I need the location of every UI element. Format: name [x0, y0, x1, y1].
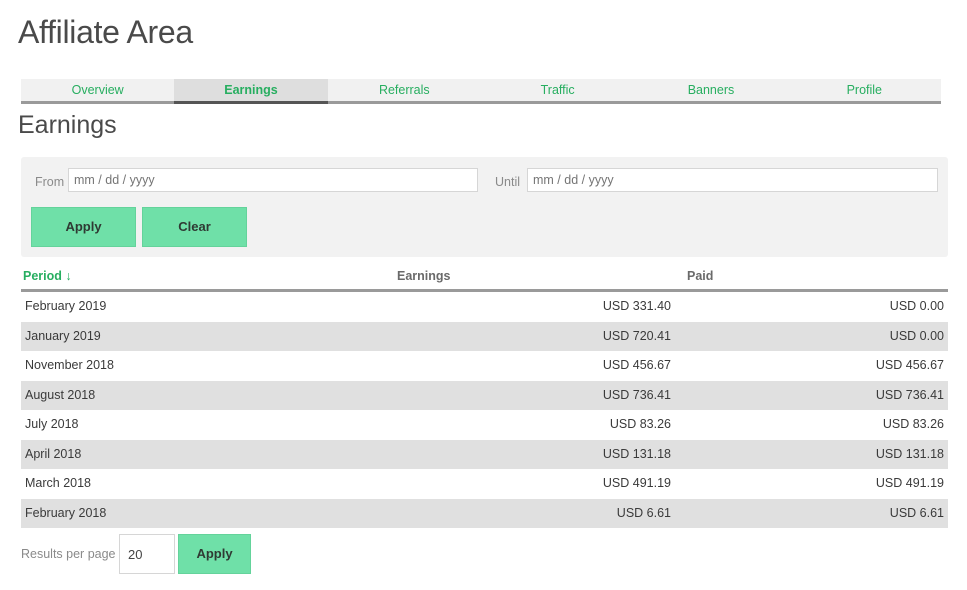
until-label: Until — [495, 175, 521, 189]
period-cell: November 2018 — [25, 358, 114, 372]
tab-overview[interactable]: Overview — [21, 79, 174, 101]
earnings-table: Period ↓ Earnings Paid February 2019 USD… — [21, 263, 948, 528]
earnings-cell: USD 131.18 — [602, 446, 671, 461]
table-header: Period ↓ Earnings Paid — [21, 263, 948, 292]
sort-down-arrow-icon: ↓ — [65, 269, 72, 283]
paid-cell: USD 491.19 — [875, 476, 944, 490]
paid-cell: USD 0.00 — [889, 299, 944, 313]
period-cell: January 2019 — [25, 328, 101, 343]
tab-referrals[interactable]: Referrals — [328, 79, 481, 101]
page-title: Affiliate Area — [18, 14, 193, 50]
table-row: March 2018 USD 491.19 USD 491.19 — [21, 469, 948, 499]
table-row: January 2019 USD 720.41 USD 0.00 — [21, 321, 948, 351]
earnings-cell: USD 331.40 — [602, 299, 671, 313]
column-header-period[interactable]: Period ↓ — [21, 263, 373, 289]
column-header-earnings: Earnings — [397, 269, 451, 283]
earnings-cell: USD 456.67 — [602, 358, 671, 372]
table-row: February 2018 USD 6.61 USD 6.61 — [21, 498, 948, 528]
section-title: Earnings — [18, 111, 117, 139]
earnings-cell: USD 491.19 — [602, 476, 671, 490]
date-filter-panel: From Until Apply Clear — [21, 157, 948, 257]
table-row: August 2018 USD 736.41 USD 736.41 — [21, 380, 948, 410]
paid-cell: USD 6.61 — [889, 505, 944, 520]
paid-cell: USD 83.26 — [882, 417, 944, 431]
period-cell: February 2019 — [25, 299, 107, 313]
period-cell: March 2018 — [25, 476, 92, 490]
paid-cell: USD 0.00 — [889, 328, 944, 343]
tab-traffic[interactable]: Traffic — [481, 79, 634, 101]
earnings-cell: USD 736.41 — [602, 387, 671, 402]
until-date-input[interactable] — [527, 168, 938, 192]
period-cell: August 2018 — [25, 387, 96, 402]
tab-bar: Overview Earnings Referrals Traffic Bann… — [21, 79, 941, 104]
period-cell: February 2018 — [25, 505, 107, 520]
column-header-paid: Paid — [687, 269, 714, 283]
tab-profile[interactable]: Profile — [788, 79, 941, 101]
period-header-label: Period — [23, 269, 62, 283]
paid-cell: USD 131.18 — [875, 446, 944, 461]
results-apply-button[interactable]: Apply — [178, 534, 251, 574]
from-date-input[interactable] — [68, 168, 478, 192]
tab-banners[interactable]: Banners — [634, 79, 787, 101]
paid-cell: USD 736.41 — [875, 387, 944, 402]
tab-earnings[interactable]: Earnings — [174, 79, 328, 104]
table-row: November 2018 USD 456.67 USD 456.67 — [21, 351, 948, 381]
earnings-cell: USD 6.61 — [616, 505, 671, 520]
apply-filter-button[interactable]: Apply — [31, 207, 136, 247]
earnings-cell: USD 83.26 — [609, 417, 671, 431]
clear-filter-button[interactable]: Clear — [142, 207, 247, 247]
results-per-page-input[interactable] — [119, 534, 175, 574]
from-label: From — [35, 175, 65, 189]
table-row: April 2018 USD 131.18 USD 131.18 — [21, 439, 948, 469]
table-row: February 2019 USD 331.40 USD 0.00 — [21, 292, 948, 322]
table-row: July 2018 USD 83.26 USD 83.26 — [21, 410, 948, 440]
results-per-page-label: Results per page — [21, 547, 116, 561]
table-body: February 2019 USD 331.40 USD 0.00 Januar… — [21, 292, 948, 528]
period-cell: April 2018 — [25, 446, 82, 461]
paid-cell: USD 456.67 — [875, 358, 944, 372]
period-cell: July 2018 — [25, 417, 79, 431]
earnings-cell: USD 720.41 — [602, 328, 671, 343]
